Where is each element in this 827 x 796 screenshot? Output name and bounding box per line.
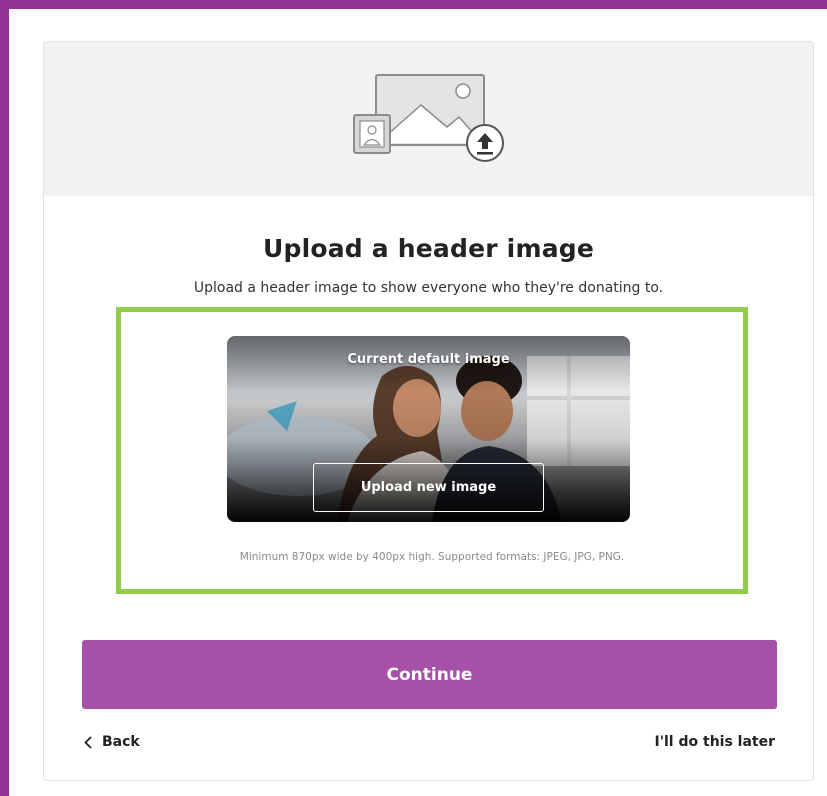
- back-link[interactable]: Back: [84, 732, 140, 752]
- page-title: Upload a header image: [262, 234, 595, 263]
- do-this-later-link[interactable]: I'll do this later: [655, 732, 775, 752]
- card-header: [44, 42, 813, 196]
- page-frame: Upload a header image Upload a header im…: [9, 9, 827, 796]
- preview-label: Current default image: [347, 352, 510, 367]
- back-label: Back: [102, 734, 140, 750]
- chevron-left-icon: [84, 735, 92, 749]
- header-image-preview: Current default image Upload new image: [227, 336, 630, 522]
- upload-new-image-button[interactable]: Upload new image: [313, 463, 544, 512]
- continue-button[interactable]: Continue: [82, 640, 777, 709]
- image-requirements: Minimum 870px wide by 400px high. Suppor…: [239, 551, 625, 563]
- upload-section: Current default image Upload new image M…: [116, 307, 748, 594]
- page-subtitle: Upload a header image to show everyone w…: [193, 280, 664, 296]
- image-upload-icon: [353, 74, 504, 162]
- setup-card: Upload a header image Upload a header im…: [43, 41, 814, 781]
